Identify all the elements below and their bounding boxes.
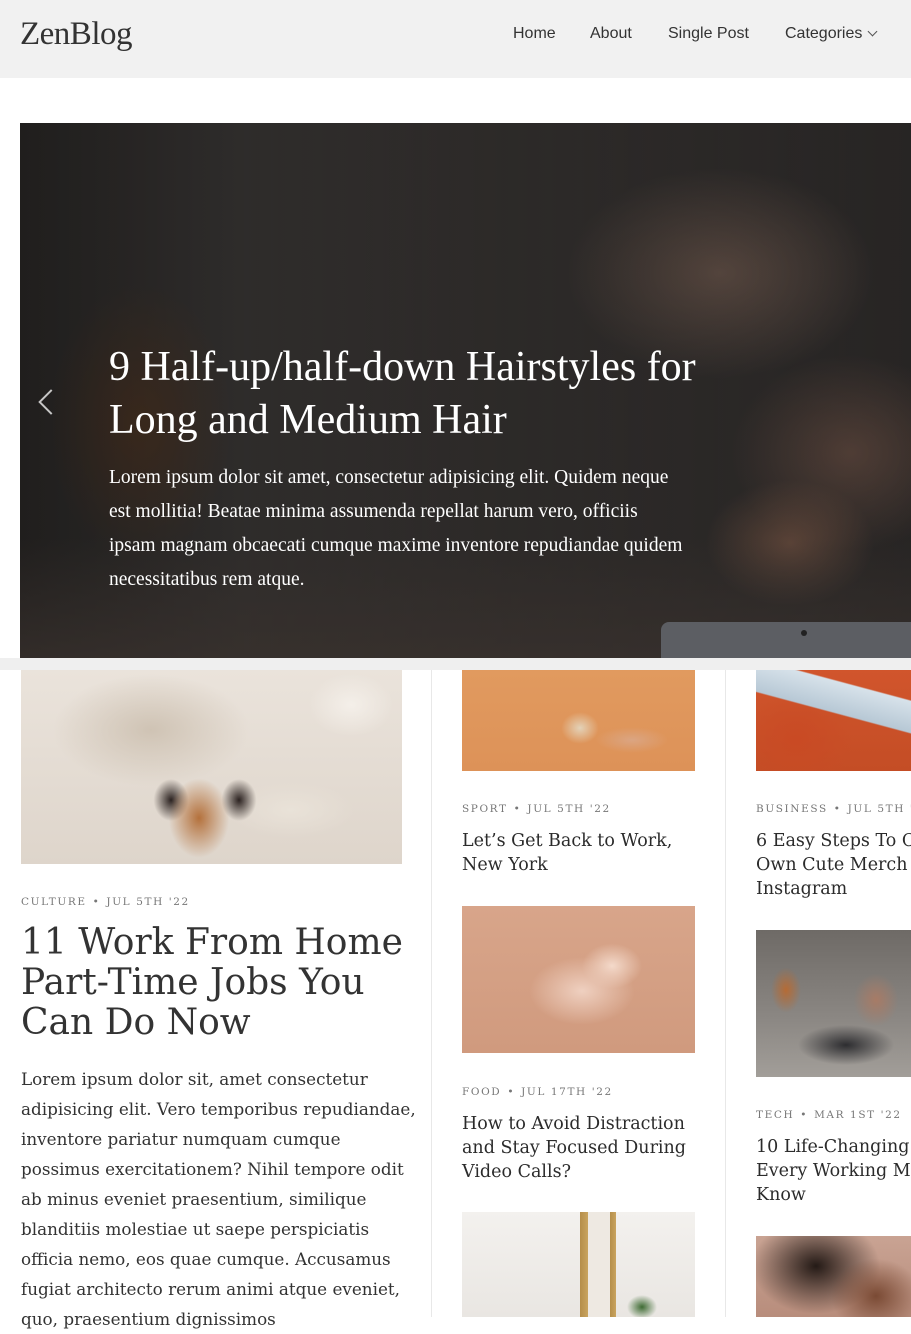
- meta-dot: •: [92, 896, 101, 908]
- post-title-line: Know: [756, 1185, 806, 1205]
- chevron-down-icon: [867, 26, 878, 37]
- meta-dot: •: [833, 803, 842, 815]
- post-image-tablet[interactable]: [756, 670, 911, 771]
- post-date: JUL 5TH '22: [847, 803, 911, 815]
- featured-post-excerpt: Lorem ipsum dolor sit, amet consectetur …: [21, 1069, 416, 1329]
- post-title[interactable]: 10 Life-Changing Hacks Every Working Mom…: [756, 1135, 911, 1207]
- post-title-line: Every Working Mom Should: [756, 1161, 911, 1181]
- post-title-line: How to Avoid Distraction: [462, 1114, 685, 1134]
- nav-single-post[interactable]: Single Post: [668, 25, 749, 43]
- hero-slide[interactable]: 9 Half-up/half-down Hairstyles for Long …: [20, 123, 911, 658]
- hero-title[interactable]: 9 Half-up/half-down Hairstyles for Long …: [109, 341, 709, 447]
- right-column: BUSINESS • JUL 5TH '22 6 Easy Steps To Cre…: [756, 670, 911, 1317]
- post-date: JUL 5TH '22: [106, 896, 190, 908]
- post-image-cake[interactable]: [462, 670, 695, 771]
- post-image-portrait[interactable]: [756, 1236, 911, 1317]
- post-image-family[interactable]: [756, 930, 911, 1077]
- post-title[interactable]: 6 Easy Steps To Create Your Own Cute Mer…: [756, 829, 911, 901]
- post-title-line: New York: [462, 855, 548, 875]
- meta-dot: •: [800, 1109, 809, 1121]
- nav-categories[interactable]: Categories: [785, 25, 878, 43]
- post-title[interactable]: Let’s Get Back to Work, New York: [462, 829, 672, 877]
- post-title-line: Let’s Get Back to Work,: [462, 831, 673, 851]
- post-title-line: Video Calls?: [462, 1162, 571, 1182]
- post-category[interactable]: FOOD: [462, 1086, 501, 1098]
- main-nav: Home About Single Post Categories: [0, 25, 911, 47]
- post-meta: FOOD • JUL 17TH '22: [462, 1086, 613, 1098]
- post-title-line: Own Cute Merch For: [756, 855, 911, 875]
- hero-bottom-strip: [0, 658, 911, 670]
- post-title-line: and Stay Focused During: [462, 1138, 687, 1158]
- featured-post-title[interactable]: 11 Work From Home Part-Time Jobs You Can…: [21, 923, 421, 1043]
- post-date: JUL 5TH '22: [527, 803, 611, 815]
- hero-image-laptop: [661, 622, 911, 658]
- post-category[interactable]: BUSINESS: [756, 803, 828, 815]
- post-category[interactable]: CULTURE: [21, 896, 87, 908]
- post-title-line: 6 Easy Steps To Create Your: [756, 831, 911, 851]
- post-category[interactable]: TECH: [756, 1109, 794, 1121]
- post-meta: SPORT • JUL 5TH '22: [462, 803, 611, 815]
- post-title-line: 10 Life-Changing Hacks: [756, 1137, 911, 1157]
- post-category[interactable]: SPORT: [462, 803, 508, 815]
- post-image-puppy[interactable]: [21, 670, 402, 864]
- nav-categories-label: Categories: [785, 25, 863, 42]
- post-date: JUL 17TH '22: [521, 1086, 613, 1098]
- column-divider: [725, 670, 726, 1317]
- post-image-sculpture[interactable]: [462, 906, 695, 1053]
- meta-dot: •: [507, 1086, 516, 1098]
- post-title[interactable]: How to Avoid Distraction and Stay Focuse…: [462, 1112, 686, 1184]
- post-meta: CULTURE • JUL 5TH '22: [21, 896, 190, 908]
- post-date: MAR 1ST '22: [814, 1109, 902, 1121]
- post-title-line: Instagram: [756, 879, 848, 899]
- site-header: ZenBlog Home About Single Post Categorie…: [0, 0, 911, 78]
- column-divider: [431, 670, 432, 1317]
- post-image-mirror[interactable]: [462, 1212, 695, 1317]
- nav-about[interactable]: About: [590, 25, 632, 43]
- hero-excerpt: Lorem ipsum dolor sit amet, consectetur …: [109, 467, 683, 590]
- nav-home[interactable]: Home: [513, 25, 556, 43]
- post-meta: TECH • MAR 1ST '22: [756, 1109, 902, 1121]
- meta-dot: •: [513, 803, 522, 815]
- post-meta: BUSINESS • JUL 5TH '22: [756, 803, 911, 815]
